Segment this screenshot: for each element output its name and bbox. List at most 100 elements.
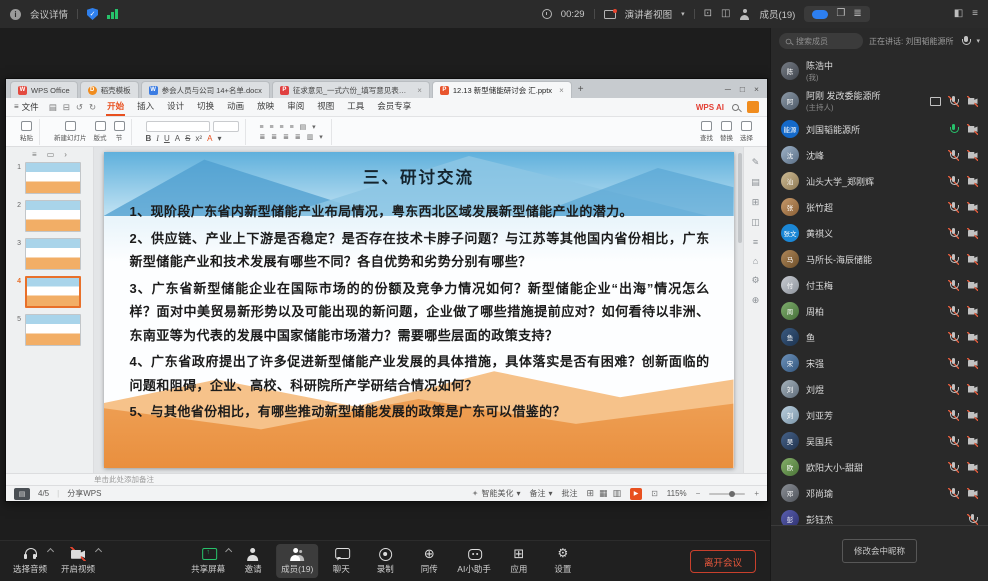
home-tool-icon[interactable]: ⌂ <box>753 256 758 266</box>
toolbar-item[interactable]: 聊天 <box>320 544 362 579</box>
search-icon[interactable] <box>732 104 739 111</box>
notes-bar[interactable]: 单击此处添加备注 <box>6 473 767 485</box>
toolbar-item[interactable]: 共享屏幕 <box>186 544 230 579</box>
mic-off-icon[interactable] <box>948 462 959 473</box>
cam-off-icon[interactable] <box>967 410 978 421</box>
layout-icon[interactable]: ◫ <box>721 9 730 19</box>
mic-off-icon[interactable] <box>948 96 959 107</box>
participant-row[interactable]: 欧 欧阳大小-甜甜 <box>771 454 988 480</box>
participant-row[interactable]: 张 张竹超 <box>771 194 988 220</box>
ribbon-tab[interactable]: 会员专享 <box>376 98 412 116</box>
participant-row[interactable]: 能源 刘国韬能源所 <box>771 116 988 142</box>
layout-button[interactable]: 版式 <box>94 121 107 142</box>
toolbar-item[interactable]: 应用 <box>498 544 540 579</box>
ribbon-tab[interactable]: 动画 <box>226 98 245 116</box>
toolbar-item[interactable]: 同传 <box>408 544 450 579</box>
zoom-out-button[interactable]: − <box>696 489 701 498</box>
slide-thumbnail[interactable]: 4 <box>14 276 93 308</box>
mic-on-icon[interactable] <box>948 124 959 135</box>
mic-off-icon[interactable] <box>967 514 978 525</box>
select-button[interactable]: 选择 <box>740 121 753 142</box>
comment-button[interactable]: 批注 <box>562 488 578 499</box>
search-members-input[interactable]: 搜索成员 <box>779 33 863 49</box>
redo-icon[interactable]: ↻ <box>89 102 96 113</box>
cam-off-icon[interactable] <box>967 462 978 473</box>
network-signal-icon[interactable] <box>107 9 118 19</box>
ribbon-tab[interactable]: 视图 <box>316 98 335 116</box>
cam-off-icon[interactable] <box>967 306 978 317</box>
cam-off-icon[interactable] <box>967 228 978 239</box>
toolbar-item[interactable]: 成员(19) <box>276 544 318 579</box>
minimize-icon[interactable]: ─ <box>725 84 731 94</box>
slideshow-button[interactable]: ▶ <box>630 488 642 500</box>
restore-window-icon[interactable]: ❐ <box>836 9 845 19</box>
chevron-up-icon[interactable] <box>225 548 232 555</box>
font-size-select[interactable] <box>213 121 239 132</box>
mic-off-icon[interactable] <box>948 228 959 239</box>
insert-tool-icon[interactable]: ⊞ <box>752 197 760 208</box>
ribbon-tab[interactable]: 切换 <box>196 98 215 116</box>
zoom-slider-thumb[interactable] <box>729 491 735 497</box>
new-tab-button[interactable]: + <box>578 84 584 95</box>
share-button[interactable] <box>747 101 759 113</box>
participant-row[interactable]: 陈 陈浩中 (我) <box>771 56 988 86</box>
participant-row[interactable]: 周 周柏 <box>771 298 988 324</box>
cam-off-icon[interactable] <box>967 96 978 107</box>
share-icon[interactable] <box>929 96 940 107</box>
participant-row[interactable]: 鱼 鱼 <box>771 324 988 350</box>
toolbar-item[interactable]: 邀请 <box>232 544 274 579</box>
zoom-slider[interactable] <box>709 493 745 495</box>
print-icon[interactable]: ⊟ <box>63 102 70 113</box>
participant-row[interactable]: 吴 吴国兵 <box>771 428 988 454</box>
expand-icon[interactable]: › <box>64 150 67 159</box>
ribbon-tab[interactable]: 开始 <box>106 98 125 116</box>
mic-off-icon[interactable] <box>948 332 959 343</box>
wps-document-tab[interactable]: P 12.13 新型储能研讨会 汇.pptx <box>432 81 572 98</box>
mic-off-icon[interactable] <box>948 280 959 291</box>
slide-thumbnail[interactable]: 3 <box>14 238 93 270</box>
canvas-scrollbar[interactable] <box>738 153 742 243</box>
read-view-icon[interactable]: ▥ <box>613 488 622 499</box>
shield-icon[interactable]: ✓ <box>87 8 98 20</box>
participant-row[interactable]: 彭 彭钰杰 <box>771 506 988 525</box>
ribbon-tab[interactable]: 审阅 <box>286 98 305 116</box>
cam-off-icon[interactable] <box>967 332 978 343</box>
mode-pill-icon[interactable] <box>812 10 828 19</box>
edit-tool-icon[interactable]: ✎ <box>752 157 760 168</box>
find-button[interactable]: 查找 <box>700 121 713 142</box>
participant-row[interactable]: 付 付玉梅 <box>771 272 988 298</box>
mic-off-icon[interactable] <box>948 254 959 265</box>
mic-off-icon[interactable] <box>948 176 959 187</box>
participant-row[interactable]: 马 马所长-海辰储能 <box>771 246 988 272</box>
fullscreen-icon[interactable]: ⊡ <box>704 9 712 19</box>
chevron-down-icon[interactable]: ▾ <box>976 37 980 45</box>
mic-off-icon[interactable] <box>948 358 959 369</box>
toolbar-item[interactable]: AI小助手 <box>452 544 496 579</box>
participant-row[interactable]: 张文 黄祺义 <box>771 220 988 246</box>
mic-off-icon[interactable] <box>948 150 959 161</box>
participant-row[interactable]: 沈 沈峰 <box>771 142 988 168</box>
notes-button[interactable]: 备注 ▾ <box>529 488 552 499</box>
cam-off-icon[interactable] <box>967 124 978 135</box>
wps-document-tab[interactable]: W 参会人员与公司 14+名单.docx <box>141 81 270 98</box>
fit-window-icon[interactable]: ⊡ <box>651 490 658 498</box>
undo-icon[interactable]: ↺ <box>76 102 83 113</box>
wps-document-tab[interactable]: D 稻壳模板 <box>80 81 139 98</box>
layout-tool-icon[interactable]: ◫ <box>751 217 760 228</box>
paste-button[interactable]: 粘贴 <box>20 121 33 142</box>
font-name-select[interactable] <box>146 121 210 132</box>
view-mode-button[interactable]: 演讲者视图 <box>625 7 673 21</box>
format-buttons[interactable]: BIUASx²A▾ <box>146 134 239 143</box>
info-icon[interactable]: i <box>10 9 21 20</box>
replace-button[interactable]: 替换 <box>720 121 733 142</box>
props-tool-icon[interactable]: ▤ <box>751 177 760 188</box>
view-switcher[interactable]: ⊞▦▥ <box>587 488 622 499</box>
cam-off-icon[interactable] <box>967 202 978 213</box>
cam-off-icon[interactable] <box>967 176 978 187</box>
cam-off-icon[interactable] <box>967 436 978 447</box>
members-icon[interactable] <box>739 9 750 20</box>
settings-tool-icon[interactable]: ⚙ <box>751 275 759 286</box>
ribbon-tab[interactable]: 设计 <box>166 98 185 116</box>
slide-panel-icon[interactable]: ▭ <box>47 150 55 159</box>
participant-row[interactable]: 宋 宋强 <box>771 350 988 376</box>
